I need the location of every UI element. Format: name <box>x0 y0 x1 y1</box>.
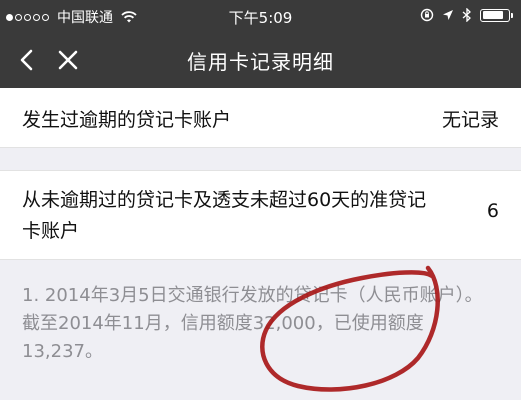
detail-section: 1. 2014年3月5日交通银行发放的贷记卡（人民币账户）。截至2014年11月… <box>0 260 521 400</box>
bluetooth-icon <box>462 8 471 22</box>
battery-tip <box>511 12 513 18</box>
battery-icon <box>480 8 510 22</box>
list-item-value: 6 <box>486 200 499 222</box>
rotation-lock-icon <box>420 8 434 22</box>
list-item-label: 从未逾期过的贷记卡及透支未超过60天的准贷记卡账户 <box>22 189 427 242</box>
section-separator <box>0 148 521 170</box>
detail-text: 1. 2014年3月5日交通银行发放的贷记卡（人民币账户）。截至2014年11月… <box>22 285 483 362</box>
battery-level <box>482 11 503 19</box>
navigation-bar: 信用卡记录明细 <box>0 32 521 88</box>
list-item-value: 无记录 <box>441 109 499 131</box>
status-right <box>412 8 513 22</box>
list-item-label: 发生过逾期的贷记卡账户 <box>22 109 232 131</box>
list-item-overdue-accounts: 发生过逾期的贷记卡账户 无记录 <box>0 88 521 148</box>
list-item-never-overdue-accounts: 从未逾期过的贷记卡及透支未超过60天的准贷记卡账户 6 <box>0 170 521 260</box>
status-bar: 中国联通 下午5:09 <box>0 0 521 32</box>
page-title: 信用卡记录明细 <box>187 50 334 74</box>
location-arrow-icon <box>443 10 453 20</box>
